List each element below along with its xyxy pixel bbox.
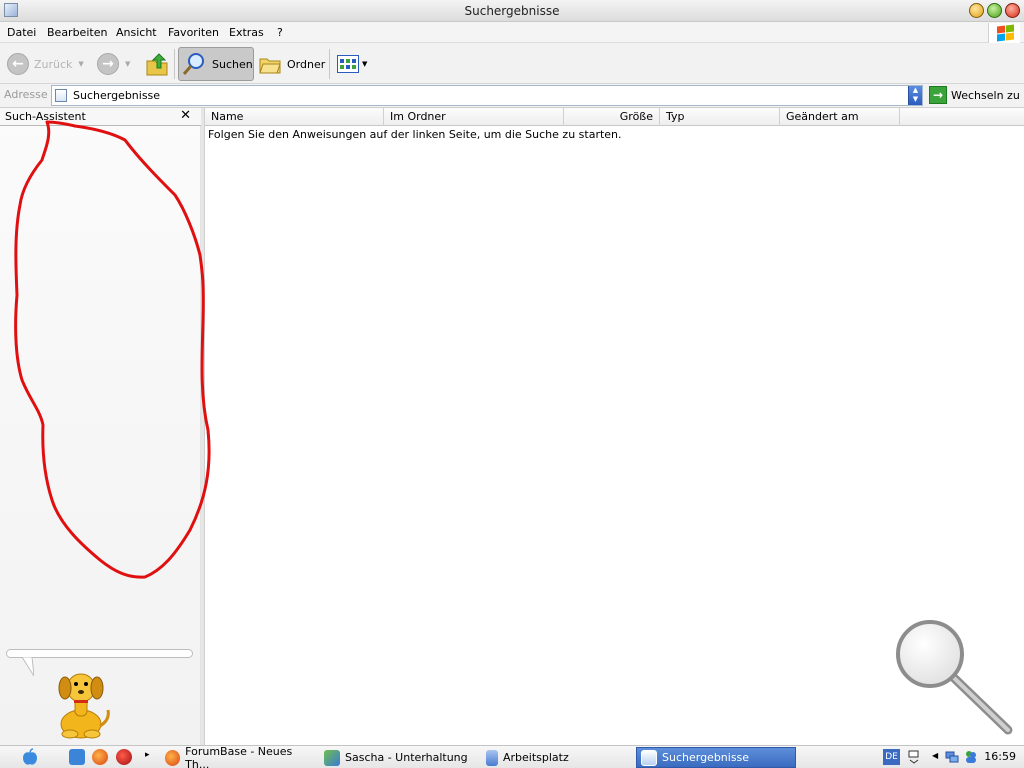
address-field[interactable]: Suchergebnisse ▲ ▼ [51,85,923,106]
speech-bubble-tail [21,657,34,677]
taskbar: ▸ ForumBase - Neues Th... Sascha - Unter… [0,745,1024,768]
views-icon [337,55,359,73]
quicklaunch-ie-icon[interactable] [69,749,85,765]
forward-dropdown-icon[interactable]: ▼ [125,60,130,68]
address-dropdown-icon[interactable]: ▲ ▼ [908,86,922,105]
maximize-button[interactable] [987,3,1002,18]
folder-up-icon [146,53,168,76]
firefox-icon [165,749,181,766]
close-panel-icon[interactable]: ✕ [180,108,191,123]
search-assistant-panel: Such-Assistent ✕ [0,108,201,745]
column-size[interactable]: Größe [564,108,660,126]
language-indicator[interactable]: DE [883,749,900,765]
column-headers: Name Im Ordner Größe Typ Geändert am [205,108,1024,126]
views-button[interactable]: ▼ [337,47,367,81]
window-controls [969,3,1020,18]
search-results-pane: Name Im Ordner Größe Typ Geändert am Fol… [205,108,1024,745]
forward-button[interactable]: → ▼ [97,47,130,81]
column-folder[interactable]: Im Ordner [384,108,564,126]
folders-label: Ordner [287,57,326,71]
taskbar-item-suchergebnisse[interactable]: Suchergebnisse [636,747,796,768]
go-button[interactable]: → Wechseln zu [929,86,1020,104]
folder-up-button[interactable] [145,47,169,81]
folders-button[interactable]: Ordner [258,47,325,81]
menu-favorites[interactable]: Favoriten [168,26,219,39]
menu-bar: Datei Bearbeiten Ansicht Favoriten Extra… [0,22,1024,45]
back-button[interactable]: ← Zurück ▼ [7,47,84,81]
address-value[interactable]: Suchergebnisse [73,89,160,102]
tray-input-icon[interactable] [907,750,921,764]
magnifier-watermark-icon [896,620,1013,735]
search-button[interactable]: Suchen [178,47,254,81]
menu-edit[interactable]: Bearbeiten [47,26,107,39]
forward-arrow-icon: → [97,53,119,75]
tray-network-icon[interactable] [945,750,959,764]
column-type[interactable]: Typ [660,108,780,126]
results-instruction-text: Folgen Sie den Anweisungen auf der linke… [208,128,622,141]
go-label: Wechseln zu [951,88,1020,102]
quicklaunch-expand-icon[interactable]: ▸ [145,750,150,760]
toolbar: ← Zurück ▼ → ▼ Suchen Ordner ▼ [0,43,1024,84]
minimize-button[interactable] [969,3,984,18]
search-label: Suchen [212,57,253,71]
column-name[interactable]: Name [205,108,384,126]
back-arrow-icon: ← [7,53,29,75]
menu-file[interactable]: Datei [7,26,36,39]
search-dog-icon[interactable] [48,668,114,740]
title-bar: Suchergebnisse [0,0,1024,22]
toolbar-separator [329,49,330,79]
taskbar-item-forumbase[interactable]: ForumBase - Neues Th... [161,745,313,768]
start-apple-icon[interactable] [21,748,39,766]
search-assistant-header: Such-Assistent ✕ [0,108,201,126]
search-magnifier-icon [182,53,204,75]
windows-logo-icon [988,23,1020,45]
taskbar-item-messenger[interactable]: Sascha - Unterhaltung [320,747,472,768]
menu-help[interactable]: ? [277,26,283,39]
folders-icon [259,58,281,74]
back-dropdown-icon[interactable]: ▼ [78,60,83,68]
search-results-page-icon [55,89,67,102]
computer-icon [486,749,498,766]
taskbar-item-arbeitsplatz[interactable]: Arbeitsplatz [482,747,622,768]
menu-view[interactable]: Ansicht [116,26,157,39]
system-clock[interactable]: 16:59 [984,750,1016,763]
menu-tools[interactable]: Extras [229,26,264,39]
tray-messenger-icon[interactable] [964,750,978,764]
quicklaunch-firefox-icon[interactable] [92,749,108,765]
tray-expand-icon[interactable]: ◀ [932,751,938,760]
address-label: Adresse [4,88,48,101]
toolbar-separator [174,49,175,79]
go-arrow-icon: → [929,86,947,104]
search-results-icon [641,749,657,766]
window-title: Suchergebnisse [464,4,560,18]
assistant-speech-bubble [6,649,193,658]
messenger-icon [324,749,340,766]
back-label: Zurück [34,57,73,71]
quicklaunch-opera-icon[interactable] [116,749,132,765]
search-assistant-title: Such-Assistent [5,110,86,123]
address-bar: Adresse Suchergebnisse ▲ ▼ → Wechseln zu [0,84,1024,108]
column-modified[interactable]: Geändert am [780,108,900,126]
close-button[interactable] [1005,3,1020,18]
views-dropdown-icon[interactable]: ▼ [362,60,367,68]
